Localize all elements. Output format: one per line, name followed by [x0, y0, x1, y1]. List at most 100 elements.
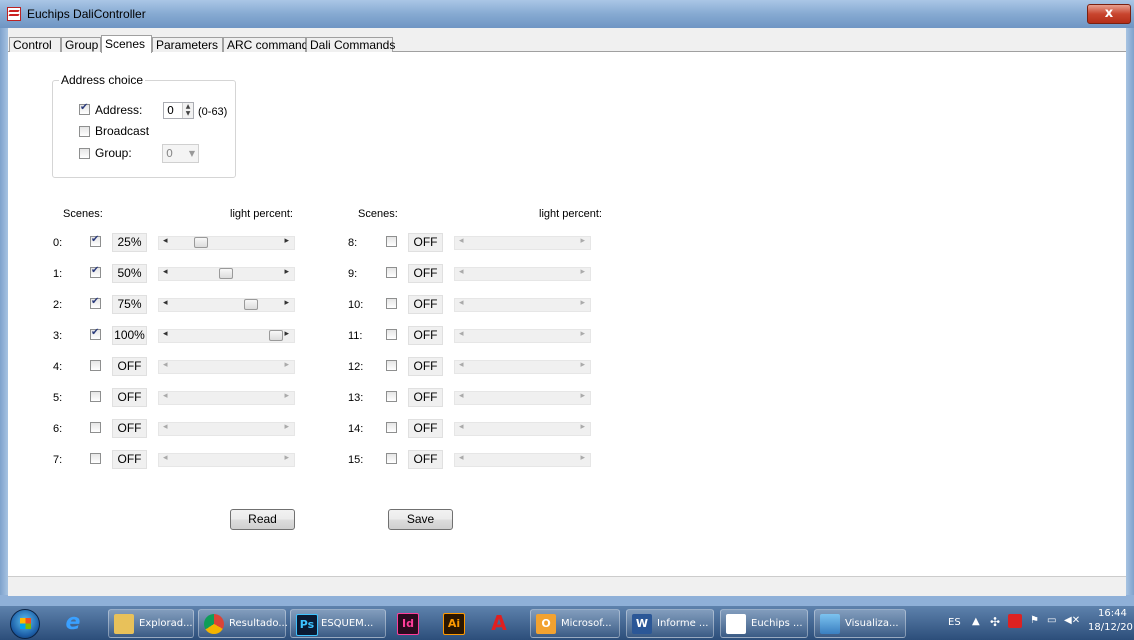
network-app-icon[interactable]: ✣	[990, 615, 1000, 629]
read-button[interactable]: Read	[230, 509, 295, 530]
flag-icon[interactable]: ⚑	[1030, 615, 1039, 626]
slider-right-arrow-icon[interactable]: ▸	[284, 298, 289, 308]
scene-enable-checkbox[interactable]	[386, 298, 397, 309]
scene-enable-checkbox[interactable]	[386, 267, 397, 278]
slider-right-arrow-icon[interactable]: ▸	[580, 391, 585, 401]
scene-light-slider[interactable]: ◂ ▸	[158, 329, 295, 343]
scene-light-slider[interactable]: ◂ ▸	[158, 236, 295, 250]
slider-left-arrow-icon[interactable]: ◂	[459, 422, 464, 432]
slider-right-arrow-icon[interactable]: ▸	[284, 236, 289, 246]
scene-light-slider[interactable]: ◂ ▸	[158, 422, 295, 436]
taskbar-button[interactable]: O Microsof...	[530, 609, 620, 638]
taskbar-button[interactable]: Resultado...	[198, 609, 288, 638]
slider-left-arrow-icon[interactable]: ◂	[163, 422, 168, 432]
scene-enable-checkbox[interactable]	[386, 391, 397, 402]
taskbar-button[interactable]: Id	[392, 609, 432, 638]
slider-right-arrow-icon[interactable]: ▸	[580, 236, 585, 246]
language-indicator[interactable]: ES	[948, 617, 961, 628]
slider-left-arrow-icon[interactable]: ◂	[459, 391, 464, 401]
scene-enable-checkbox[interactable]	[90, 234, 101, 247]
slider-left-arrow-icon[interactable]: ◂	[459, 453, 464, 463]
tab-group[interactable]: Group	[61, 37, 101, 52]
taskbar-button[interactable]: Visualiza...	[814, 609, 906, 638]
slider-left-arrow-icon[interactable]: ◂	[459, 298, 464, 308]
tab-control[interactable]: Control	[9, 37, 61, 52]
tab-scenes[interactable]: Scenes	[101, 35, 152, 53]
taskbar-button[interactable]: Ai	[438, 609, 478, 638]
scene-light-slider[interactable]: ◂ ▸	[158, 391, 295, 405]
slider-left-arrow-icon[interactable]: ◂	[163, 453, 168, 463]
slider-left-arrow-icon[interactable]: ◂	[163, 236, 168, 246]
taskbar-button[interactable]: Explorad...	[108, 609, 194, 638]
slider-left-arrow-icon[interactable]: ◂	[459, 267, 464, 277]
scene-light-slider[interactable]: ◂ ▸	[454, 422, 591, 436]
scene-enable-checkbox[interactable]	[90, 360, 101, 371]
slider-right-arrow-icon[interactable]: ▸	[580, 360, 585, 370]
slider-right-arrow-icon[interactable]: ▸	[580, 422, 585, 432]
scene-light-slider[interactable]: ◂ ▸	[454, 391, 591, 405]
slider-right-arrow-icon[interactable]: ▸	[580, 329, 585, 339]
clock-date[interactable]: 18/12/2017	[1088, 622, 1134, 633]
start-button-icon[interactable]	[10, 609, 40, 639]
slider-left-arrow-icon[interactable]: ◂	[163, 329, 168, 339]
taskbar-button[interactable]: Euchips ...	[720, 609, 808, 638]
slider-thumb[interactable]	[244, 299, 258, 310]
scene-light-slider[interactable]: ◂ ▸	[158, 453, 295, 467]
slider-thumb[interactable]	[194, 237, 208, 248]
slider-right-arrow-icon[interactable]: ▸	[284, 360, 289, 370]
scene-light-slider[interactable]: ◂ ▸	[454, 360, 591, 374]
group-checkbox[interactable]	[79, 148, 90, 159]
tab-arc-command[interactable]: ARC command	[223, 37, 308, 52]
slider-right-arrow-icon[interactable]: ▸	[580, 298, 585, 308]
save-button[interactable]: Save	[388, 509, 453, 530]
scene-enable-checkbox[interactable]	[386, 360, 397, 371]
broadcast-checkbox[interactable]	[79, 126, 90, 137]
scene-enable-checkbox[interactable]	[90, 391, 101, 402]
show-hidden-icons-icon[interactable]: ▲	[972, 616, 980, 627]
slider-left-arrow-icon[interactable]: ◂	[163, 391, 168, 401]
scene-light-slider[interactable]: ◂ ▸	[158, 360, 295, 374]
scene-enable-checkbox[interactable]	[90, 265, 101, 278]
taskbar-button[interactable]: W Informe ...	[626, 609, 714, 638]
scene-enable-checkbox[interactable]	[90, 453, 101, 464]
spinner-arrows-icon[interactable]: ▲ ▼	[182, 103, 193, 118]
scene-enable-checkbox[interactable]	[90, 296, 101, 309]
taskbar-button[interactable]: A	[484, 609, 524, 638]
slider-right-arrow-icon[interactable]: ▸	[284, 391, 289, 401]
tab-dali-commands[interactable]: Dali Commands	[306, 37, 395, 52]
close-button[interactable]: x	[1087, 4, 1131, 24]
slider-left-arrow-icon[interactable]: ◂	[163, 298, 168, 308]
clock-time[interactable]: 16:44	[1098, 608, 1127, 619]
slider-left-arrow-icon[interactable]: ◂	[163, 360, 168, 370]
slider-right-arrow-icon[interactable]: ▸	[284, 267, 289, 277]
slider-thumb[interactable]	[269, 330, 283, 341]
slider-right-arrow-icon[interactable]: ▸	[284, 329, 289, 339]
scene-enable-checkbox[interactable]	[386, 453, 397, 464]
scene-light-slider[interactable]: ◂ ▸	[454, 236, 591, 250]
group-select[interactable]: 0 ▼	[162, 144, 199, 163]
scene-enable-checkbox[interactable]	[386, 236, 397, 247]
slider-right-arrow-icon[interactable]: ▸	[284, 453, 289, 463]
monitor-icon[interactable]: ▭	[1047, 615, 1056, 626]
slider-left-arrow-icon[interactable]: ◂	[459, 329, 464, 339]
scene-light-slider[interactable]: ◂ ▸	[158, 267, 295, 281]
scene-light-slider[interactable]: ◂ ▸	[158, 298, 295, 312]
volume-muted-icon[interactable]: ◀✕	[1064, 615, 1080, 626]
slider-right-arrow-icon[interactable]: ▸	[284, 422, 289, 432]
slider-right-arrow-icon[interactable]: ▸	[580, 453, 585, 463]
scene-enable-checkbox[interactable]	[90, 327, 101, 340]
scene-light-slider[interactable]: ◂ ▸	[454, 453, 591, 467]
scene-enable-checkbox[interactable]	[90, 422, 101, 433]
scene-light-slider[interactable]: ◂ ▸	[454, 267, 591, 281]
scene-enable-checkbox[interactable]	[386, 329, 397, 340]
taskbar-button[interactable]: e	[58, 609, 98, 638]
slider-left-arrow-icon[interactable]: ◂	[459, 360, 464, 370]
address-checkbox[interactable]	[79, 102, 90, 115]
tab-parameters[interactable]: Parameters	[152, 37, 223, 52]
slider-thumb[interactable]	[219, 268, 233, 279]
taskbar-button[interactable]: Ps ESQUEM...	[290, 609, 386, 638]
slider-left-arrow-icon[interactable]: ◂	[163, 267, 168, 277]
acrobat-tray-icon[interactable]	[1008, 614, 1022, 628]
scene-enable-checkbox[interactable]	[386, 422, 397, 433]
scene-light-slider[interactable]: ◂ ▸	[454, 329, 591, 343]
